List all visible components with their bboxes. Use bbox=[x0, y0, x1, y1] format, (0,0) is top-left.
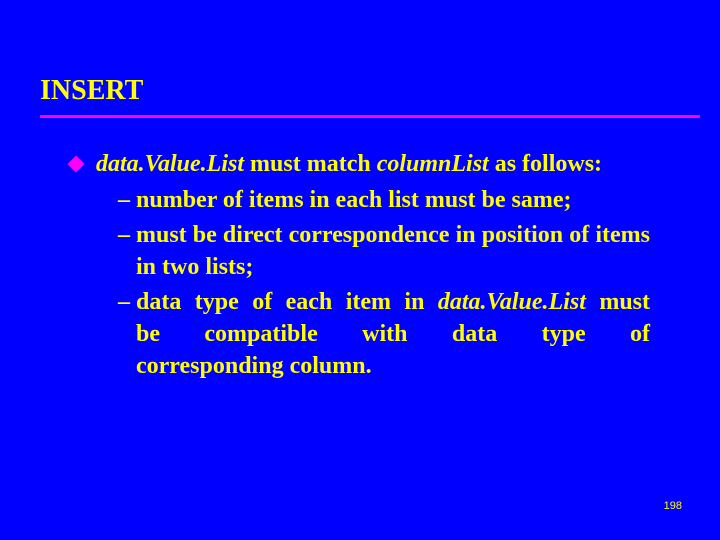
lead-italic-1: data.Value.List bbox=[96, 151, 244, 177]
sub-text-3: data type of each item in data.Value.Lis… bbox=[136, 286, 650, 383]
sub3-line1c: must bbox=[586, 289, 650, 315]
lead-text: data.Value.List must match columnList as… bbox=[96, 148, 650, 180]
sub3-line1a: data type of each item in bbox=[136, 289, 438, 315]
diamond-bullet-icon bbox=[68, 156, 85, 173]
lead-plain-4: as follows: bbox=[489, 151, 602, 177]
bullet-row: data.Value.List must match columnList as… bbox=[70, 148, 650, 180]
sub3-line1: data type of each item in data.Value.Lis… bbox=[136, 286, 650, 318]
sub-text-1: number of items in each list must be sam… bbox=[136, 184, 650, 216]
slide-content: data.Value.List must match columnList as… bbox=[40, 148, 680, 383]
sublist: – number of items in each list must be s… bbox=[118, 184, 650, 382]
sub-row: – data type of each item in data.Value.L… bbox=[118, 286, 650, 383]
sub3-line2: be compatible with data type of bbox=[136, 318, 650, 350]
slide-title: INSERT bbox=[40, 75, 680, 113]
sub-row: – number of items in each list must be s… bbox=[118, 184, 650, 216]
lead-plain-2: must match bbox=[244, 151, 377, 177]
sub-row: – must be direct correspondence in posit… bbox=[118, 219, 650, 284]
lead-italic-3: columnList bbox=[377, 151, 489, 177]
slide: INSERT data.Value.List must match column… bbox=[0, 0, 720, 540]
dash-icon: – bbox=[118, 184, 136, 216]
sub3-line3: corresponding column. bbox=[136, 350, 650, 382]
sub-text-2: must be direct correspondence in positio… bbox=[136, 219, 650, 284]
dash-icon: – bbox=[118, 219, 136, 251]
title-underline bbox=[40, 115, 700, 118]
sub3-line1b: data.Value.List bbox=[438, 289, 586, 315]
title-block: INSERT bbox=[40, 75, 680, 118]
page-number: 198 bbox=[664, 500, 682, 512]
dash-icon: – bbox=[118, 286, 136, 318]
